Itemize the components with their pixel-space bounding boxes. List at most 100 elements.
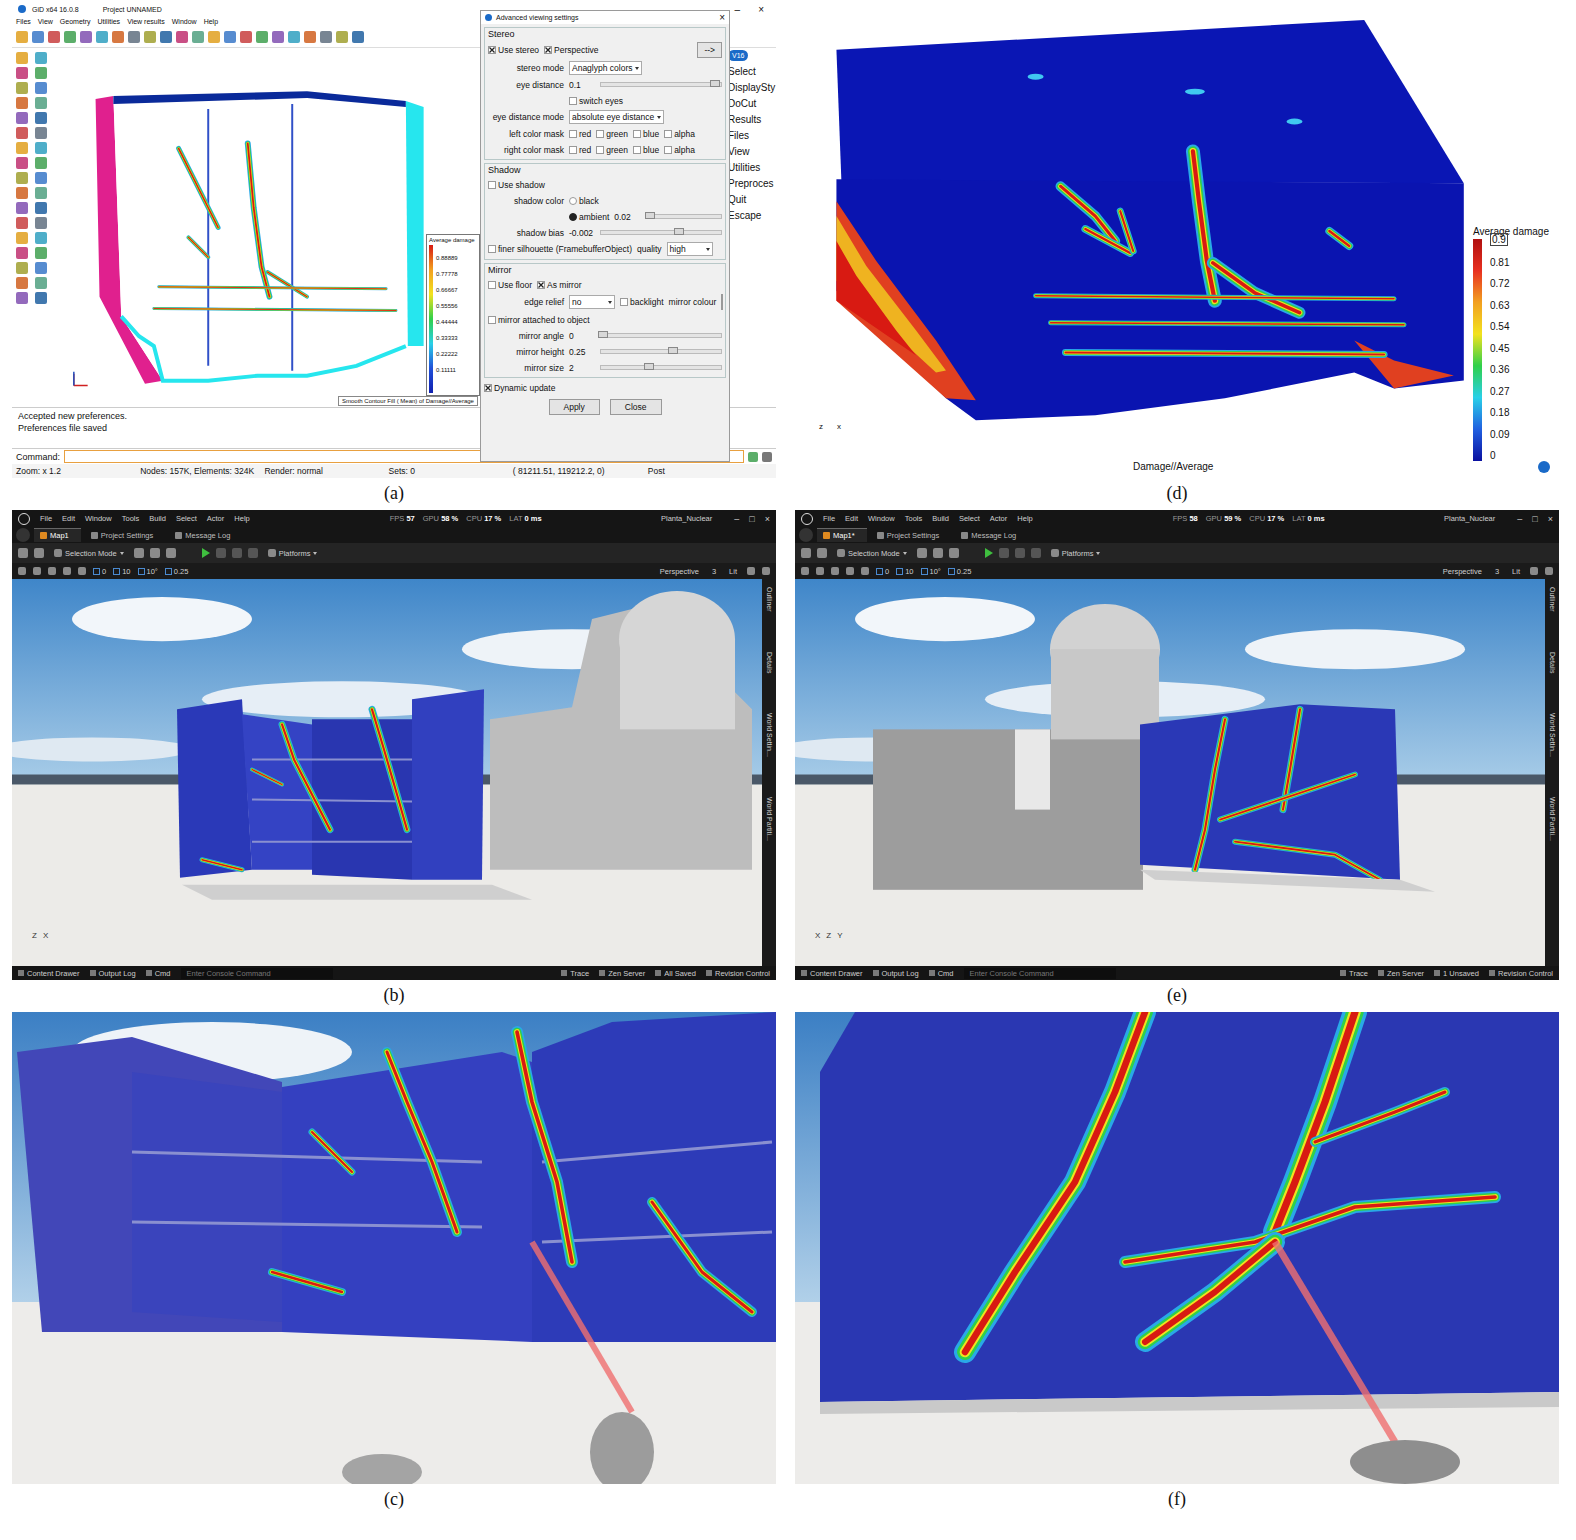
- tool-icon[interactable]: [35, 232, 47, 244]
- tab[interactable]: Project Settings: [85, 529, 166, 542]
- side-menu-item[interactable]: Preproces: [728, 178, 776, 189]
- bottom-button[interactable]: 1 Unsaved: [1434, 969, 1479, 978]
- slider[interactable]: [600, 82, 722, 87]
- tab[interactable]: Message Log: [955, 529, 1028, 542]
- save-icon[interactable]: [801, 548, 811, 558]
- pause-icon[interactable]: [232, 548, 242, 558]
- checkbox[interactable]: alpha: [664, 145, 695, 155]
- slider-thumb[interactable]: [598, 331, 608, 338]
- tab[interactable]: Message Log: [169, 529, 242, 542]
- tool-icon[interactable]: [16, 262, 28, 274]
- checkbox[interactable]: red: [569, 129, 591, 139]
- tool-icon[interactable]: [64, 31, 76, 43]
- checkbox-icon[interactable]: [664, 146, 672, 154]
- checkbox-icon[interactable]: [544, 46, 552, 54]
- window-control[interactable]: –: [1517, 514, 1522, 524]
- add-icon[interactable]: [917, 548, 927, 558]
- pause-icon[interactable]: [1015, 548, 1025, 558]
- side-menu-item[interactable]: Escape: [728, 210, 776, 221]
- run-icon[interactable]: [748, 452, 758, 462]
- scale-icon[interactable]: [78, 567, 86, 575]
- blueprint-icon[interactable]: [150, 548, 160, 558]
- tool-icon[interactable]: [144, 31, 156, 43]
- tool-icon[interactable]: [16, 52, 28, 64]
- checkbox[interactable]: Dynamic update: [484, 383, 555, 393]
- checkbox[interactable]: mirror attached to object: [488, 315, 590, 325]
- console-input[interactable]: Enter Console Command: [964, 968, 1116, 979]
- tool-icon[interactable]: [48, 31, 60, 43]
- checkbox-icon[interactable]: [488, 316, 496, 324]
- tool-icon[interactable]: [352, 31, 364, 43]
- menu-item[interactable]: Build: [932, 514, 949, 523]
- checkbox[interactable]: switch eyes: [569, 96, 623, 106]
- side-tab[interactable]: Details: [1549, 652, 1556, 673]
- menu-item[interactable]: Build: [149, 514, 166, 523]
- tool-icon[interactable]: [16, 157, 28, 169]
- tool-icon[interactable]: [16, 67, 28, 79]
- side-tab[interactable]: World Partiti...: [766, 797, 773, 841]
- snap-setting[interactable]: 0.25: [948, 567, 972, 576]
- blueprint-icon[interactable]: [933, 548, 943, 558]
- tool-icon[interactable]: [16, 112, 28, 124]
- unreal-logo-icon[interactable]: [18, 513, 30, 525]
- step-icon[interactable]: [999, 548, 1009, 558]
- dropdown[interactable]: Anaglyph colors: [569, 61, 642, 75]
- tool-icon[interactable]: [16, 247, 28, 259]
- menu-item[interactable]: Actor: [207, 514, 225, 523]
- snap-setting[interactable]: 10: [113, 567, 130, 576]
- checkbox[interactable]: green: [596, 129, 628, 139]
- tool-icon[interactable]: [96, 31, 108, 43]
- checkbox-icon[interactable]: [633, 130, 641, 138]
- view-option[interactable]: 3: [709, 567, 719, 576]
- checkbox[interactable]: red: [569, 145, 591, 155]
- settings-icon[interactable]: [747, 567, 755, 575]
- platforms-dropdown[interactable]: Platforms: [264, 548, 322, 559]
- rotate-icon[interactable]: [63, 567, 71, 575]
- menu-item[interactable]: Files: [16, 18, 31, 25]
- checkbox[interactable]: Use shadow: [488, 180, 545, 190]
- settings-icon[interactable]: [1530, 567, 1538, 575]
- tool-icon[interactable]: [304, 31, 316, 43]
- bottom-button[interactable]: Revision Control: [706, 969, 770, 978]
- menu-icon[interactable]: [801, 567, 809, 575]
- side-tab[interactable]: World Settin...: [766, 713, 773, 757]
- checkbox-icon[interactable]: [484, 384, 492, 392]
- tool-icon[interactable]: [336, 31, 348, 43]
- view-option[interactable]: 3: [1492, 567, 1502, 576]
- slider[interactable]: [600, 365, 722, 370]
- tool-icon[interactable]: [240, 31, 252, 43]
- play-icon[interactable]: [202, 548, 210, 558]
- menu-item[interactable]: Actor: [990, 514, 1008, 523]
- radio-icon[interactable]: [569, 197, 577, 205]
- tool-icon[interactable]: [35, 292, 47, 304]
- window-control[interactable]: –: [729, 4, 747, 15]
- tool-icon[interactable]: [35, 82, 47, 94]
- tool-icon[interactable]: [16, 172, 28, 184]
- bottom-button[interactable]: All Saved: [655, 969, 696, 978]
- arrow-button[interactable]: -->: [697, 42, 722, 58]
- plus-icon[interactable]: [762, 452, 772, 462]
- checkbox[interactable]: blue: [633, 129, 659, 139]
- tool-icon[interactable]: [176, 31, 188, 43]
- tool-icon[interactable]: [35, 262, 47, 274]
- dropdown[interactable]: no: [569, 295, 615, 309]
- tool-icon[interactable]: [35, 52, 47, 64]
- tool-icon[interactable]: [80, 31, 92, 43]
- window-control[interactable]: □: [749, 514, 754, 524]
- tool-icon[interactable]: [35, 142, 47, 154]
- save-icon[interactable]: [18, 548, 28, 558]
- tool-icon[interactable]: [35, 112, 47, 124]
- radio-button[interactable]: ambient: [569, 212, 609, 222]
- checkbox-icon[interactable]: [633, 146, 641, 154]
- tool-icon[interactable]: [35, 127, 47, 139]
- menu-item[interactable]: Window: [172, 18, 197, 25]
- tool-icon[interactable]: [16, 142, 28, 154]
- snap-setting[interactable]: 10°: [921, 567, 941, 576]
- move-icon[interactable]: [48, 567, 56, 575]
- menu-item[interactable]: Edit: [845, 514, 858, 523]
- side-menu-item[interactable]: Quit: [728, 194, 776, 205]
- scale-icon[interactable]: [861, 567, 869, 575]
- view-option[interactable]: Lit: [726, 567, 740, 576]
- unreal-logo-icon[interactable]: [801, 513, 813, 525]
- tool-icon[interactable]: [35, 67, 47, 79]
